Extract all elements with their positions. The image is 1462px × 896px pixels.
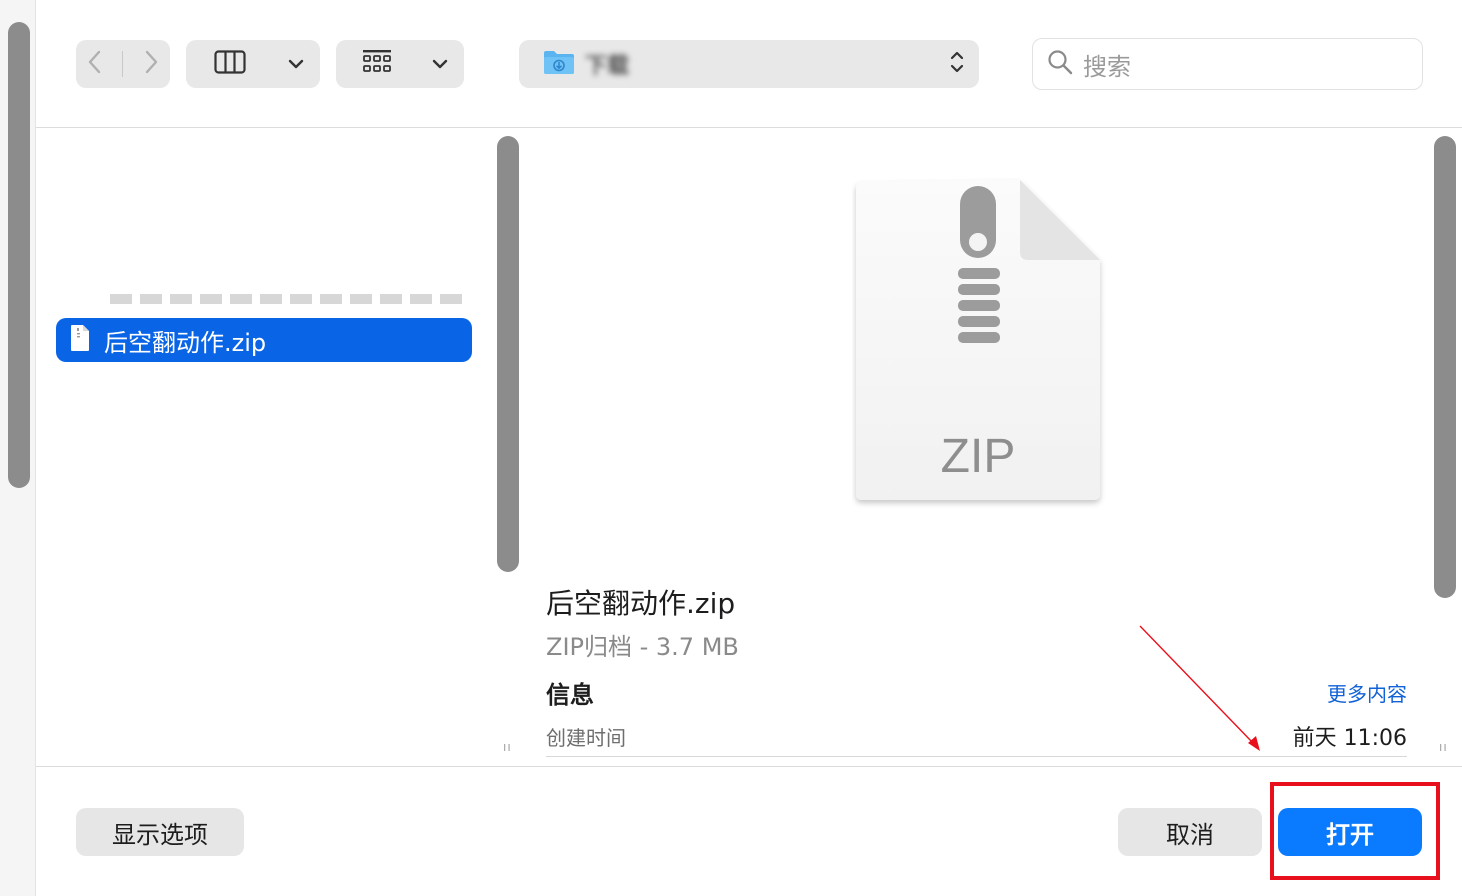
view-mode-button[interactable] <box>186 40 320 88</box>
chevron-right-icon[interactable] <box>141 48 161 80</box>
toolbar: 下载 搜索 <box>36 0 1462 128</box>
column-resize-handle[interactable]: ıı <box>503 740 512 754</box>
file-browser-column: 后空翻动作.zip <box>52 138 518 760</box>
navigation-buttons <box>76 40 170 88</box>
chevron-left-icon[interactable] <box>85 48 105 80</box>
zip-file-icon <box>70 324 90 356</box>
show-options-button[interactable]: 显示选项 <box>76 808 244 856</box>
grid-group-icon <box>362 49 392 79</box>
annotation-highlight-box <box>1270 782 1440 880</box>
chevron-down-icon <box>432 55 448 74</box>
background-scrollbar[interactable] <box>8 22 30 488</box>
preview-file-kind: ZIP归档 - 3.7 MB <box>546 633 739 661</box>
browser-scrollbar[interactable] <box>497 136 519 572</box>
location-popup[interactable]: 下载 <box>519 40 979 88</box>
more-info-link[interactable]: 更多内容 <box>1327 678 1407 707</box>
open-file-dialog: 下载 搜索 后空翻动作.zip ıı ZIP 后空翻动作.zip ZIP归档 -… <box>0 0 1462 896</box>
created-label: 创建时间 <box>546 726 626 750</box>
nav-divider <box>122 51 124 77</box>
background-window-edge <box>0 0 36 896</box>
list-item[interactable] <box>68 286 468 306</box>
created-value: 前天 11:06 <box>1292 726 1407 751</box>
preview-resize-handle[interactable]: ıı <box>1439 740 1448 754</box>
preview-scrollbar[interactable] <box>1434 136 1456 598</box>
divider <box>546 756 1407 757</box>
search-field[interactable]: 搜索 <box>1032 38 1423 90</box>
zip-icon-label: ZIP <box>941 430 1016 483</box>
preview-file-name: 后空翻动作.zip <box>546 587 736 620</box>
footer-divider <box>36 766 1462 767</box>
search-icon <box>1047 49 1073 79</box>
cancel-button[interactable]: 取消 <box>1118 808 1262 856</box>
list-item-selected[interactable]: 后空翻动作.zip <box>56 318 472 362</box>
columns-view-icon <box>214 50 246 78</box>
preview-pane: ZIP 后空翻动作.zip ZIP归档 - 3.7 MB 信息 更多内容 创建时… <box>520 130 1434 766</box>
up-down-chevron-icon <box>949 49 965 79</box>
downloads-folder-icon <box>543 49 575 79</box>
info-heading: 信息 <box>546 681 594 709</box>
location-name: 下载 <box>585 54 630 79</box>
zip-archive-icon: ZIP <box>852 170 1108 514</box>
search-placeholder: 搜索 <box>1083 52 1131 81</box>
file-name: 后空翻动作.zip <box>104 328 267 357</box>
group-mode-button[interactable] <box>336 40 464 88</box>
chevron-down-icon <box>288 55 304 74</box>
